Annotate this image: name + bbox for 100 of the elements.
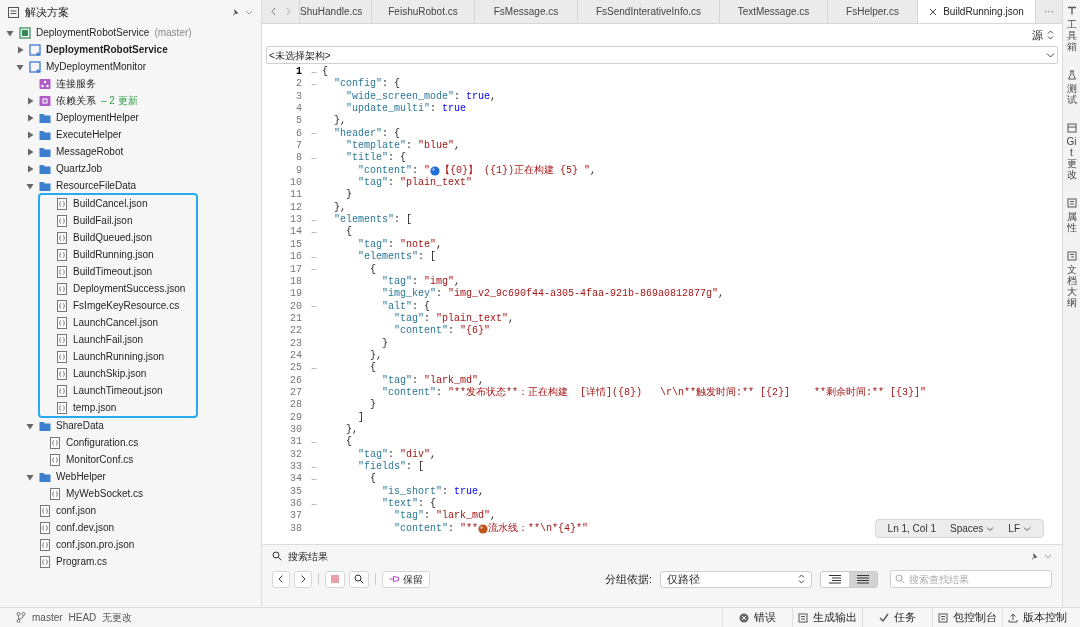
line-number: 14 [289,226,303,239]
fold-icon[interactable] [311,267,317,273]
side-panel-tab[interactable]: 工具箱 [1066,6,1077,52]
tree-item[interactable]: DeploymentRobotService (master) [0,24,261,41]
json-file-icon [56,214,68,227]
line-number: 18 [289,275,303,289]
line-ending-selector[interactable]: LF [1008,521,1031,536]
status-pad-button[interactable]: 版本控制 [1002,608,1072,627]
more-tabs-button[interactable]: ··· [1036,0,1062,23]
tree-item[interactable]: 连接服务 [0,75,261,92]
view-mode-selector[interactable]: 源 [1032,26,1054,44]
collapsed-arrow-icon[interactable] [26,96,34,105]
forward-button[interactable] [294,570,312,588]
line-number: 9 [295,164,303,178]
folder-icon [39,111,51,124]
tree-item[interactable]: temp.json [40,399,196,416]
tree-item[interactable]: LaunchTimeout.json [40,382,196,399]
fold-icon[interactable] [311,254,317,260]
tree-item[interactable]: MessageRobot [0,143,261,160]
tree-item[interactable]: DeploymentSuccess.json [40,280,196,297]
fold-icon[interactable] [311,464,317,470]
collapsed-arrow-icon[interactable] [16,45,24,54]
editor-tab[interactable]: BuildRunning.json [918,0,1036,23]
group-by-select[interactable]: 仅路径 [660,570,812,588]
tree-item[interactable]: Configuration.cs [0,434,261,451]
fold-icon[interactable] [311,365,317,371]
fold-icon[interactable] [311,69,317,75]
keep-button[interactable]: 保留 [382,570,430,588]
search-field[interactable]: 搜索查找结果 [890,570,1052,588]
tree-item[interactable]: WebHelper [0,468,261,485]
status-pad-button[interactable]: 生成输出 [792,608,862,627]
tree-item[interactable]: conf.json.pro.json [0,536,261,553]
line-number: 38 [289,522,303,536]
fold-icon[interactable] [311,131,317,137]
tree-item[interactable]: QuartzJob [0,160,261,177]
status-pad-button[interactable]: 错误 [722,608,792,627]
collapsed-arrow-icon[interactable] [26,164,34,173]
next-tab-icon [284,7,292,16]
code-line: { [369,473,376,486]
tree-item[interactable]: BuildFail.json [40,212,196,229]
collapsed-arrow-icon[interactable] [26,130,34,139]
chevron-down-icon [245,8,253,16]
tree-item[interactable]: ExecuteHelper [0,126,261,143]
tree-item[interactable]: BuildRunning.json [40,246,196,263]
fold-icon[interactable] [311,501,317,507]
tree-item[interactable]: MonitorConf.cs [0,451,261,468]
tree-item[interactable]: DeploymentRobotService [0,41,261,58]
tree-item[interactable]: LaunchFail.json [40,331,196,348]
fold-icon[interactable] [311,304,317,310]
tree-item[interactable]: conf.dev.json [0,519,261,536]
tree-item[interactable]: FsImgeKeyResource.cs [40,297,196,314]
tree-item[interactable]: BuildCancel.json [40,195,196,212]
expanded-arrow-icon[interactable] [16,62,24,71]
tree-item[interactable]: LaunchSkip.json [40,365,196,382]
json-file-icon [49,436,61,449]
tree-item[interactable]: BuildQueued.json [40,229,196,246]
chevron-left-icon [276,574,286,584]
tree-item[interactable]: ShareData [0,417,261,434]
status-pad-button[interactable]: 包控制台 [932,608,1002,627]
tree-item[interactable]: Program.cs [0,553,261,570]
search-button[interactable] [349,570,369,588]
expanded-arrow-icon[interactable] [26,421,34,430]
tree-view-button[interactable] [821,571,849,587]
indentation-selector[interactable]: Spaces [949,521,995,536]
status-pad-button[interactable]: 任务 [862,608,932,627]
side-panel-tab[interactable]: 文档大纲 [1066,251,1077,308]
code-line: "header": { [333,127,401,140]
list-view-button[interactable] [849,571,877,587]
fold-icon[interactable] [311,82,317,87]
tree-item[interactable]: DeploymentHelper [0,109,261,126]
expanded-arrow-icon[interactable] [26,181,34,190]
tree-item[interactable]: LaunchRunning.json [40,348,196,365]
indented-list-icon [828,574,842,584]
fold-icon[interactable] [311,440,317,445]
back-button[interactable] [272,570,290,588]
fold-icon[interactable] [311,156,317,162]
tree-item[interactable]: MyDeploymentMonitor [0,58,261,75]
expanded-arrow-icon[interactable] [6,28,14,37]
code-line: "tag": "plain_text", [393,312,515,325]
tree-item[interactable]: conf.json [0,502,261,519]
tree-item[interactable]: 依赖关系 – 2 更新 [0,92,261,109]
side-panel-tab[interactable]: Git 更改 [1066,123,1077,180]
code-line: "tag": "img", [381,275,461,288]
architecture-dropdown[interactable]: <未选择架构> [266,46,1058,64]
collapsed-arrow-icon[interactable] [26,147,34,156]
fold-icon[interactable] [311,217,317,223]
collapsed-arrow-icon[interactable] [26,113,34,122]
tree-item[interactable]: BuildTimeout.json [40,263,196,280]
tree-item[interactable]: LaunchCancel.json [40,314,196,331]
fold-icon[interactable] [311,477,317,482]
editor-tab[interactable]: ShuHandle.cs [300,0,372,23]
side-panel-tab[interactable]: 测试 [1066,70,1077,105]
side-panel-tab[interactable]: 属性 [1066,198,1077,233]
expanded-arrow-icon[interactable] [26,472,34,481]
tree-item[interactable]: ResourceFileData [0,177,261,194]
fold-icon[interactable] [311,230,317,236]
tree-item[interactable]: MyWebSocket.cs [0,485,261,502]
solution-icon [19,26,31,39]
code-line: "tag": "lark_md", [381,374,485,387]
json-file-icon [56,401,68,414]
